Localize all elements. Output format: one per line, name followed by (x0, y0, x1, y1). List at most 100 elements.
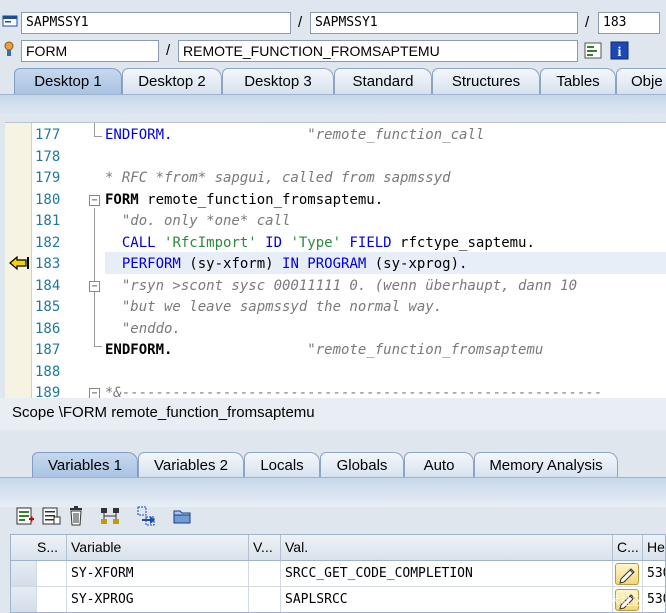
event-type-field[interactable]: FORM (21, 40, 159, 62)
list-icon[interactable] (40, 505, 62, 527)
structure-icon[interactable] (100, 505, 122, 527)
collapse-block-icon[interactable]: − (89, 194, 100, 206)
tab-strip-underline (0, 94, 666, 116)
line-number-field[interactable]: 183 (598, 12, 660, 34)
code-text: ENDFORM. "remote_function_call (105, 125, 484, 147)
code-token: (sy-xform) (189, 256, 283, 272)
code-text: PERFORM (sy-xform) IN PROGRAM (sy-xprog)… (105, 254, 468, 276)
new-variable-icon[interactable] (14, 505, 36, 527)
code-token: "remote_function_fromsaptemu (172, 342, 544, 358)
main-program-field[interactable]: SAPMSSY1 (21, 12, 291, 34)
separator-slash: / (298, 14, 303, 31)
code-line[interactable]: 181 "do. only *one* call (5, 211, 666, 233)
tab-variables-2[interactable]: Variables 2 (138, 452, 244, 478)
code-token: FIELD (341, 234, 401, 251)
variables-tab-bar: Variables 1 Variables 2 Locals Globals A… (0, 452, 666, 478)
svg-text:i: i (618, 45, 622, 60)
column-header-v[interactable]: V... (249, 535, 281, 561)
code-line[interactable]: 183 PERFORM (sy-xform) IN PROGRAM (sy-xp… (5, 254, 666, 276)
tab-memory-analysis[interactable]: Memory Analysis (474, 452, 618, 478)
tab-desktop-3[interactable]: Desktop 3 (222, 68, 334, 94)
table-cell-status (37, 587, 67, 612)
tab-variables-1[interactable]: Variables 1 (32, 452, 138, 478)
code-line[interactable]: 187 ENDFORM. "remote_function_fromsaptemu (5, 340, 666, 362)
code-text: ENDFORM. "remote_function_fromsaptemu (105, 340, 543, 362)
delete-icon[interactable] (66, 505, 88, 527)
tab-locals[interactable]: Locals (244, 452, 320, 478)
table-cell-v (249, 561, 281, 587)
column-header-change[interactable]: C... (613, 535, 643, 561)
code-text: "enddo. (105, 319, 181, 341)
row-selector[interactable] (11, 561, 37, 587)
debugger-window: SAPMSSY1 / SAPMSSY1 / 183 FORM / REMOTE_… (0, 0, 666, 613)
column-header-value[interactable]: Val. (281, 535, 613, 561)
code-line[interactable]: 178 (5, 147, 666, 169)
transfer-icon[interactable] (136, 505, 158, 527)
display-source-icon[interactable] (584, 41, 604, 61)
code-text: "do. only *one* call (105, 211, 291, 233)
table-cell-hex: 530 (643, 587, 665, 612)
code-token: "but we leave sapmssyd the normal way. (105, 299, 443, 315)
code-line[interactable]: 186 "enddo. (5, 319, 666, 341)
code-token: "enddo. (105, 320, 181, 337)
line-number: 182 (35, 234, 61, 251)
source-code-editor[interactable]: 177 ENDFORM. "remote_function_call 178 179 *… (5, 122, 666, 398)
tab-objects[interactable]: Obje (616, 68, 666, 94)
tab-desktop-1[interactable]: Desktop 1 (14, 68, 122, 94)
code-text: FORM remote_function_fromsaptemu. (105, 190, 383, 212)
edit-value-pencil-icon[interactable] (615, 563, 639, 585)
folder-icon[interactable] (172, 505, 194, 527)
table-cell-value[interactable]: SRCC_GET_CODE_COMPLETION (281, 561, 613, 587)
tab-auto[interactable]: Auto (404, 452, 474, 478)
separator-slash: / (166, 42, 171, 59)
code-line[interactable]: 184 − "rsyn >scont sysc 00011111 0. (wenn… (5, 276, 666, 298)
code-text: *&--------------------------------------… (105, 383, 602, 398)
code-line[interactable]: 177 ENDFORM. "remote_function_call (5, 125, 666, 147)
line-number: 177 (35, 127, 61, 143)
code-token: CALL (105, 234, 165, 251)
table-cell-v (249, 587, 281, 612)
include-program-field[interactable]: SAPMSSY1 (310, 12, 578, 34)
scope-label: Scope \FORM remote_function_fromsaptemu (0, 398, 666, 430)
table-cell-variable[interactable]: SY-XPROG (67, 587, 249, 612)
code-text: "rsyn >scont sysc 00011111 0. (wenn über… (105, 276, 577, 298)
event-name-field[interactable]: REMOTE_FUNCTION_FROMSAPTEMU (178, 40, 578, 62)
line-number: 188 (35, 363, 61, 380)
code-line[interactable]: 180 − FORM remote_function_fromsaptemu. (5, 190, 666, 212)
desktop-tab-bar: Desktop 1 Desktop 2 Desktop 3 Standard S… (0, 68, 666, 94)
line-number: 180 (35, 191, 61, 208)
code-text: CALL 'RfcImport' ID 'Type' FIELD rfctype… (105, 233, 535, 255)
column-header-status[interactable]: S... (11, 535, 67, 561)
table-cell-status (37, 561, 67, 587)
column-header-hex[interactable]: He (643, 535, 665, 561)
collapse-block-icon[interactable]: − (89, 280, 100, 292)
row-selector[interactable] (11, 587, 37, 612)
code-line[interactable]: 179 * RFC *from* sapgui, called from sapm… (5, 168, 666, 190)
code-line[interactable]: 188 (5, 362, 666, 384)
line-number: 184 (35, 277, 61, 294)
line-number: 185 (35, 299, 61, 315)
line-number: 186 (35, 320, 61, 337)
code-token: IN PROGRAM (282, 256, 375, 272)
tab-tables[interactable]: Tables (540, 68, 616, 94)
column-header-variable[interactable]: Variable (67, 535, 249, 561)
info-icon[interactable]: i (610, 41, 630, 61)
code-line[interactable]: 182 CALL 'RfcImport' ID 'Type' FIELD rfc… (5, 233, 666, 255)
line-number: 181 (35, 213, 61, 229)
line-number: 179 (35, 170, 61, 186)
table-cell-variable[interactable]: SY-XFORM (67, 561, 249, 587)
code-token: 'RfcImport' (164, 234, 257, 251)
code-token: ENDFORM. (105, 127, 173, 143)
tab-desktop-2[interactable]: Desktop 2 (122, 68, 222, 94)
tab-structures[interactable]: Structures (432, 68, 540, 94)
code-line[interactable]: 185 "but we leave sapmssyd the normal wa… (5, 297, 666, 319)
code-token: FORM (105, 191, 139, 208)
variables-tab-underline (0, 477, 666, 507)
code-line[interactable]: 189 − *&----------------------------------… (5, 383, 666, 398)
code-text: * RFC *from* sapgui, called from sapmssy… (105, 168, 451, 190)
collapse-block-icon[interactable]: − (89, 388, 100, 398)
tab-standard[interactable]: Standard (334, 68, 432, 94)
tab-globals[interactable]: Globals (320, 452, 404, 478)
line-number: 183 (35, 256, 61, 272)
code-token: (sy-xprog). (374, 256, 468, 272)
